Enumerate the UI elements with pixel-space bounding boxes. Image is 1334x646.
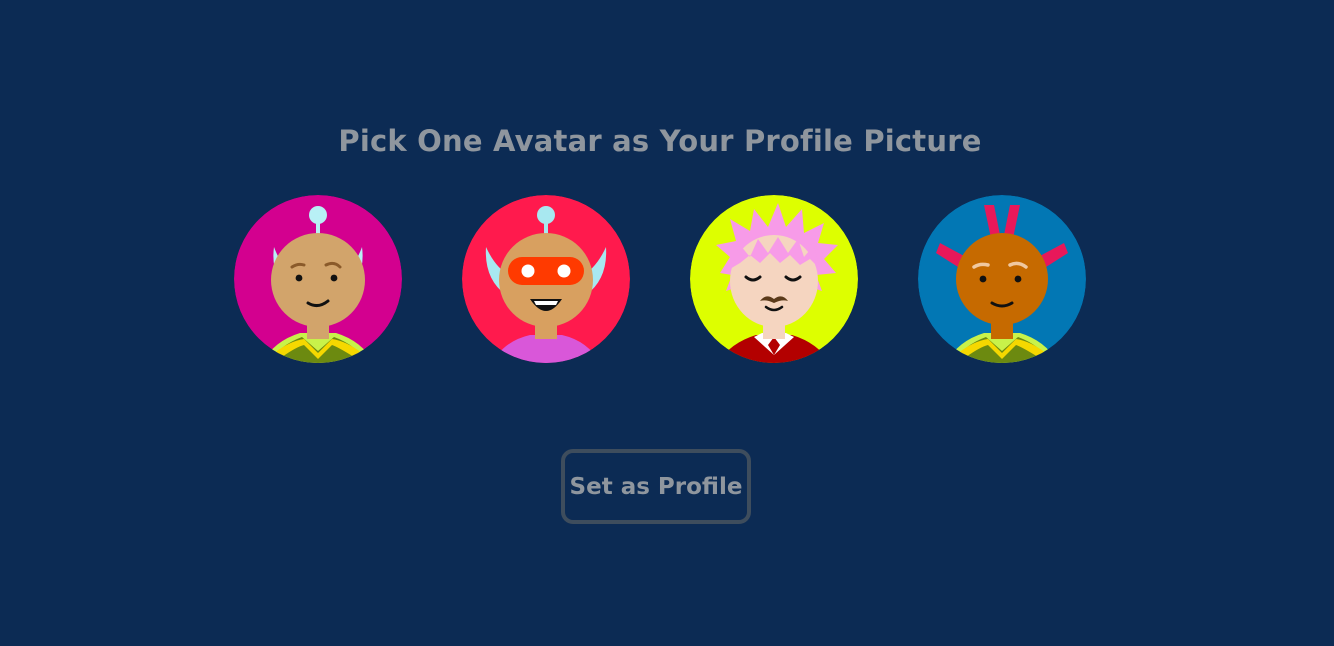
avatar-option-1[interactable] xyxy=(234,195,402,363)
mohawk-avatar-icon xyxy=(918,195,1086,363)
avatar-option-4[interactable] xyxy=(918,195,1086,363)
set-as-profile-button[interactable]: Set as Profile xyxy=(561,449,751,524)
avatar-option-2[interactable] xyxy=(462,195,630,363)
pink-hair-man-avatar-icon xyxy=(690,195,858,363)
avatar-option-3[interactable] xyxy=(690,195,858,363)
avatar-picker-page: Pick One Avatar as Your Profile Picture xyxy=(0,0,1334,646)
masked-alien-avatar-icon xyxy=(462,195,630,363)
page-title: Pick One Avatar as Your Profile Picture xyxy=(338,124,982,158)
alien-avatar-icon xyxy=(234,195,402,363)
